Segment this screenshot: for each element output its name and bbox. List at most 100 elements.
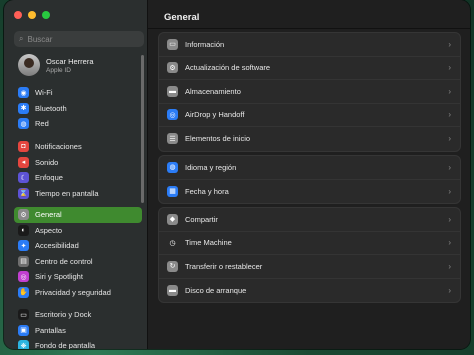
sidebar-item-label: Accesibilidad: [35, 241, 79, 251]
time-machine-icon: ◷: [167, 237, 178, 249]
login-items-icon: ☰: [167, 133, 178, 145]
user-subtitle: Apple ID: [46, 66, 71, 74]
sidebar-item-pantallas[interactable]: ▣ Pantallas: [14, 323, 142, 339]
sidebar-group: ▭ Escritorio y Dock ▣ Pantallas ❋ Fondo de pa…: [14, 307, 142, 349]
settings-row-label: Time Machine: [185, 238, 232, 248]
main-pane: General ▭ Información › ⚙ Actualización de s…: [148, 0, 470, 349]
sidebar-item-general[interactable]: ⚙ General: [14, 207, 142, 223]
sidebar-scrollbar[interactable]: [141, 55, 144, 203]
transfer-icon: ↻: [167, 260, 178, 272]
search-placeholder: Buscar: [27, 34, 53, 44]
settings-row-label: Almacenamiento: [185, 86, 241, 96]
avatar: [18, 54, 40, 76]
apple-id-account[interactable]: Oscar Herrera Apple ID: [18, 54, 94, 76]
siri-icon: ◎: [18, 271, 29, 283]
settings-row-informacion[interactable]: ▭ Información ›: [159, 33, 460, 57]
sidebar-item-label: Privacidad y seguridad: [35, 287, 111, 297]
settings-row-airdrop-y-handoff[interactable]: ◎ AirDrop y Handoff ›: [159, 104, 460, 127]
sidebar-item-label: Wi-Fi: [35, 88, 53, 98]
settings-row-label: Transferir o restablecer: [185, 261, 263, 271]
settings-row-label: Información: [185, 39, 225, 49]
sidebar-item-label: Red: [35, 119, 49, 129]
sidebar-item-siri-y-spotlight[interactable]: ◎ Siri y Spotlight: [14, 269, 142, 285]
maximize-button[interactable]: [42, 11, 50, 19]
sidebar-item-bluetooth[interactable]: ✱ Bluetooth: [14, 101, 142, 117]
settings-row-idioma-y-region[interactable]: ◍ Idioma y región ›: [159, 156, 460, 180]
chevron-right-icon: ›: [448, 238, 451, 248]
settings-row-label: Elementos de inicio: [185, 134, 251, 144]
sidebar-item-escritorio-y-dock[interactable]: ▭ Escritorio y Dock: [14, 307, 142, 323]
settings-row-compartir[interactable]: ◆ Compartir ›: [159, 208, 460, 232]
bluetooth-icon: ✱: [18, 102, 29, 114]
search-input[interactable]: ⌕ Buscar: [14, 31, 144, 47]
sidebar-item-label: Tiempo en pantalla: [35, 188, 99, 198]
sidebar-item-sonido[interactable]: ◂ Sonido: [14, 155, 142, 171]
settings-row-transferir-o-restablecer[interactable]: ↻ Transferir o restablecer ›: [159, 255, 460, 279]
settings-row-label: Fecha y hora: [185, 186, 229, 196]
sidebar-item-fondo-de-pantalla[interactable]: ❋ Fondo de pantalla: [14, 338, 142, 349]
sharing-icon: ◆: [167, 213, 178, 225]
sidebar-item-tiempo-en-pantalla[interactable]: ⌛ Tiempo en pantalla: [14, 186, 142, 202]
sidebar-item-centro-de-control[interactable]: ▤ Centro de control: [14, 254, 142, 270]
settings-row-fecha-y-hora[interactable]: ▦ Fecha y hora ›: [159, 180, 460, 204]
control-center-icon: ▤: [18, 255, 29, 267]
calendar-icon: ▦: [167, 185, 178, 197]
chevron-right-icon: ›: [448, 186, 451, 196]
storage-icon: ▬: [167, 85, 178, 97]
settings-row-actualizacion-de-software[interactable]: ⚙ Actualización de software ›: [159, 57, 460, 80]
settings-group: ▭ Información › ⚙ Actualización de software ›…: [158, 32, 461, 152]
globe-icon: ◍: [18, 118, 29, 130]
appearance-icon: ◐: [18, 224, 29, 236]
sidebar-item-label: Bluetooth: [35, 103, 67, 113]
chevron-right-icon: ›: [448, 134, 451, 144]
sidebar-item-label: Aspecto: [35, 225, 63, 235]
settings-row-disco-de-arranque[interactable]: ▬ Disco de arranque ›: [159, 279, 460, 303]
window-controls: [14, 11, 50, 19]
close-button[interactable]: [14, 11, 22, 19]
sidebar-item-aspecto[interactable]: ◐ Aspecto: [14, 223, 142, 239]
language-icon: ◍: [167, 161, 178, 173]
sidebar-item-label: Enfoque: [35, 173, 63, 183]
settings-row-label: Actualización de software: [185, 63, 271, 73]
dock-icon: ▭: [18, 309, 29, 321]
gear-icon: ⚙: [18, 209, 29, 221]
sidebar: ⌕ Buscar Oscar Herrera Apple ID ◉ Wi-Fi ✱ B…: [4, 0, 148, 349]
sidebar-item-label: Fondo de pantalla: [35, 341, 96, 349]
sidebar-item-privacidad-y-seguridad[interactable]: ✋ Privacidad y seguridad: [14, 285, 142, 301]
sidebar-item-label: Siri y Spotlight: [35, 272, 83, 282]
airdrop-icon: ◎: [167, 109, 178, 121]
chevron-right-icon: ›: [448, 214, 451, 224]
chevron-right-icon: ›: [448, 110, 451, 120]
hand-icon: ✋: [18, 286, 29, 298]
sidebar-item-red[interactable]: ◍ Red: [14, 116, 142, 132]
settings-row-label: Compartir: [185, 214, 218, 224]
sidebar-item-enfoque[interactable]: ☾ Enfoque: [14, 170, 142, 186]
sidebar-item-accesibilidad[interactable]: ✦ Accesibilidad: [14, 238, 142, 254]
settings-row-elementos-de-inicio[interactable]: ☰ Elementos de inicio ›: [159, 127, 460, 151]
sidebar-item-notificaciones[interactable]: ◘ Notificaciones: [14, 139, 142, 155]
chevron-right-icon: ›: [448, 285, 451, 295]
wallpaper-icon: ❋: [18, 340, 29, 349]
chevron-right-icon: ›: [448, 162, 451, 172]
speaker-icon: ◂: [18, 156, 29, 168]
minimize-button[interactable]: [28, 11, 36, 19]
settings-row-time-machine[interactable]: ◷ Time Machine ›: [159, 232, 460, 255]
settings-row-label: Disco de arranque: [185, 285, 247, 295]
settings-group: ◍ Idioma y región › ▦ Fecha y hora ›: [158, 155, 461, 204]
chevron-right-icon: ›: [448, 261, 451, 271]
software-update-icon: ⚙: [167, 62, 178, 74]
settings-group: ◆ Compartir › ◷ Time Machine › ↻ Transferir o r…: [158, 207, 461, 303]
settings-window: ⌕ Buscar Oscar Herrera Apple ID ◉ Wi-Fi ✱ B…: [4, 0, 470, 349]
sidebar-item-wi-fi[interactable]: ◉ Wi-Fi: [14, 85, 142, 101]
sidebar-item-label: General: [35, 210, 62, 220]
settings-row-label: AirDrop y Handoff: [185, 110, 245, 120]
settings-row-almacenamiento[interactable]: ▬ Almacenamiento ›: [159, 80, 460, 104]
sidebar-item-label: Notificaciones: [35, 142, 82, 152]
startup-disk-icon: ▬: [167, 284, 178, 296]
wifi-icon: ◉: [18, 87, 29, 99]
accessibility-icon: ✦: [18, 240, 29, 252]
sidebar-item-label: Pantallas: [35, 325, 66, 335]
hourglass-icon: ⌛: [18, 187, 29, 199]
sidebar-group: ◉ Wi-Fi ✱ Bluetooth ◍ Red: [14, 85, 142, 132]
user-name: Oscar Herrera: [46, 56, 94, 66]
